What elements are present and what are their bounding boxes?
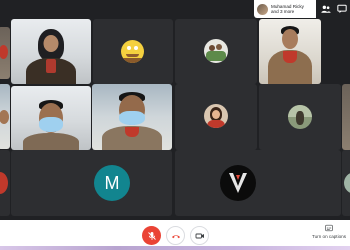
- participant-tile[interactable]: [342, 150, 350, 216]
- face-mask: [39, 117, 63, 132]
- end-call-button[interactable]: [166, 226, 185, 245]
- participant-tile[interactable]: [93, 19, 173, 84]
- participant-body: [23, 133, 79, 150]
- participant-tile[interactable]: [11, 19, 91, 84]
- participant-tile[interactable]: [175, 84, 257, 150]
- hang-up-icon: [171, 234, 180, 238]
- chat-icon[interactable]: [336, 3, 348, 15]
- participant-scarf: [46, 59, 56, 73]
- spongebob-avatar: [121, 40, 144, 63]
- participant-avatar: [0, 45, 8, 59]
- v-logo-icon: [229, 173, 247, 193]
- participant-tile[interactable]: M: [11, 150, 172, 216]
- participants-chip[interactable]: Muhamad Ricky and 3 more: [254, 0, 316, 18]
- captions-icon: [325, 224, 333, 232]
- captions-label: Turn on captions: [311, 234, 347, 239]
- meeting-stage: M Muhamad Ricky and 3 more: [0, 0, 350, 220]
- people-icon[interactable]: [320, 3, 332, 15]
- v-logo-avatar: [220, 165, 256, 201]
- participant-thumb: [257, 3, 268, 15]
- participant-scarf: [283, 51, 297, 63]
- participant-more: and 3 more: [271, 9, 295, 14]
- participant-face: [0, 110, 9, 124]
- participant-avatar: [0, 172, 8, 194]
- avatar-letter: M: [104, 172, 120, 193]
- participants-summary: Muhamad Ricky and 3 more: [271, 4, 304, 15]
- participant-tile[interactable]: [175, 19, 257, 84]
- group-photo-avatar: [204, 39, 228, 63]
- participant-avatar: [344, 172, 350, 194]
- participant-scarf: [125, 127, 139, 137]
- face-mask: [119, 111, 145, 125]
- participant-tile[interactable]: [342, 84, 350, 150]
- mic-off-icon: [147, 231, 156, 240]
- participant-tile[interactable]: [11, 86, 91, 150]
- letter-avatar: M: [94, 165, 130, 201]
- participant-tile[interactable]: [175, 150, 341, 216]
- forest-avatar: [288, 105, 312, 129]
- captions-button[interactable]: Turn on captions: [309, 224, 349, 239]
- girl-avatar: [204, 104, 228, 128]
- camera-icon: [195, 233, 204, 238]
- participant-tile[interactable]: [259, 19, 321, 84]
- mute-mic-button[interactable]: [142, 226, 161, 245]
- participant-tile[interactable]: [0, 150, 10, 216]
- participant-face: [282, 29, 298, 49]
- participant-face: [43, 35, 59, 52]
- participant-tile[interactable]: [92, 84, 172, 150]
- participant-tile[interactable]: [0, 84, 10, 149]
- participant-tile[interactable]: [0, 27, 10, 79]
- camera-toggle-button[interactable]: [190, 226, 209, 245]
- participant-tile[interactable]: [259, 84, 341, 150]
- desktop-taskbar-edge: [0, 246, 350, 250]
